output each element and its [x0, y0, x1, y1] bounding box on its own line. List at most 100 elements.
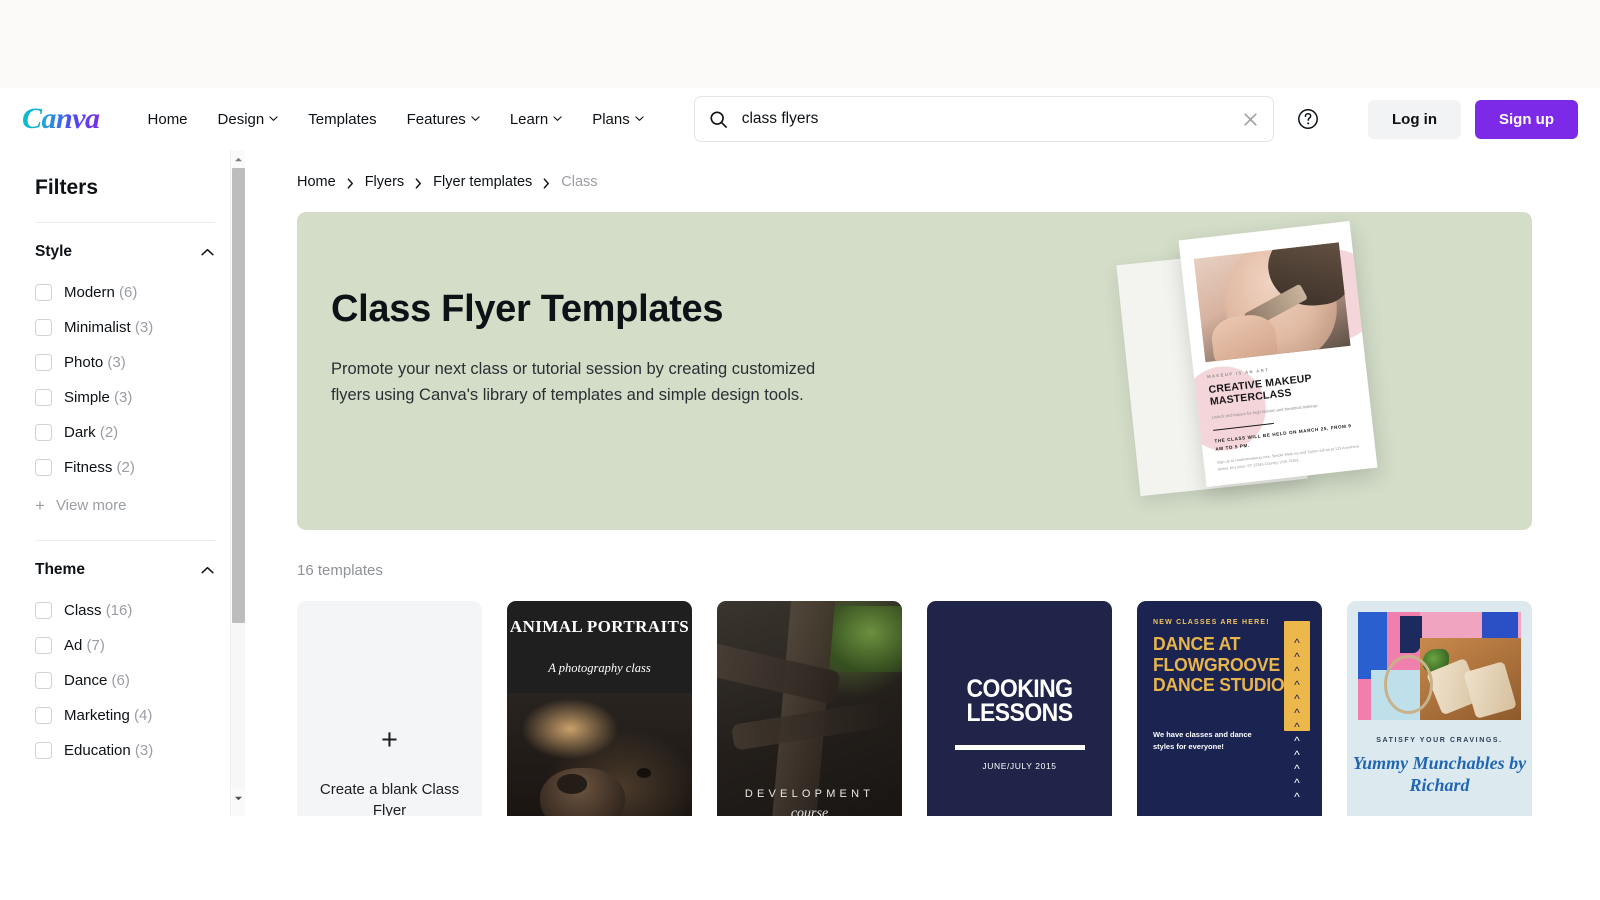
signup-button[interactable]: Sign up — [1475, 99, 1578, 139]
template-card-yummy-munchables[interactable]: SATISFY YOUR CRAVINGS. Yummy Munchables … — [1347, 601, 1532, 816]
breadcrumb-item-current: Class — [561, 174, 598, 190]
breadcrumb-item-home[interactable]: Home — [297, 174, 336, 190]
filter-option-marketing[interactable]: Marketing (4) — [35, 698, 215, 733]
chevron-down-icon — [471, 114, 480, 123]
template-card-dance-studio[interactable]: NEW CLASSES ARE HERE! DANCE AT FLOWGROOV… — [1137, 601, 1322, 816]
checkbox[interactable] — [35, 319, 52, 336]
nav-label: Design — [217, 110, 265, 128]
checkbox[interactable] — [35, 637, 52, 654]
breadcrumb-item-flyers[interactable]: Flyers — [365, 174, 404, 190]
breadcrumb-item-flyer-templates[interactable]: Flyer templates — [433, 174, 532, 190]
checkbox[interactable] — [35, 354, 52, 371]
nav-item-templates[interactable]: Templates — [294, 103, 390, 136]
checkbox[interactable] — [35, 284, 52, 301]
scrollbar-thumb[interactable] — [232, 168, 245, 623]
breadcrumb: Home Flyers Flyer templates Class — [297, 174, 1532, 190]
chevron-right-icon — [543, 177, 550, 189]
filter-option-label: Ad (7) — [64, 637, 105, 654]
chevron-down-icon — [635, 114, 644, 123]
browser-chrome-area — [0, 0, 1600, 88]
filter-option-minimalist[interactable]: Minimalist (3) — [35, 310, 215, 345]
filter-option-count: (3) — [134, 319, 154, 336]
photo-detail — [540, 767, 626, 816]
card-subtitle: course — [790, 806, 829, 816]
nav-item-home[interactable]: Home — [134, 103, 202, 136]
filter-option-count: (6) — [119, 284, 138, 301]
filter-option-education[interactable]: Education (3) — [35, 733, 215, 768]
filter-option-dance[interactable]: Dance (6) — [35, 663, 215, 698]
filter-option-label: Photo (3) — [64, 354, 126, 371]
checkbox[interactable] — [35, 602, 52, 619]
template-card-create-blank[interactable]: + Create a blank Class Flyer — [297, 601, 482, 816]
filter-option-ad[interactable]: Ad (7) — [35, 628, 215, 663]
checkbox[interactable] — [35, 742, 52, 759]
chevron-down-icon — [553, 114, 562, 123]
card-subtitle: We have classes and dance styles for eve… — [1153, 730, 1252, 751]
filter-option-class[interactable]: Class (16) — [35, 593, 215, 628]
search-box[interactable] — [693, 96, 1274, 142]
template-card-development-course[interactable]: DEVELOPMENT course FOR ALL AGES — [717, 601, 902, 816]
photo-detail — [768, 601, 836, 816]
view-more-style-button[interactable]: + View more — [35, 485, 215, 532]
filter-group-style-header[interactable]: Style — [35, 243, 215, 261]
checkbox[interactable] — [35, 389, 52, 406]
filter-option-label: Minimalist (3) — [64, 319, 154, 336]
chevron-up-icon[interactable] — [200, 245, 215, 260]
filter-option-fitness[interactable]: Fitness (2) — [35, 450, 215, 485]
nav-item-plans[interactable]: Plans — [578, 103, 658, 136]
nav-label: Plans — [592, 110, 630, 128]
card-eyebrow: NEW CLASSES ARE HERE! — [1153, 619, 1270, 626]
chevron-right-icon — [347, 177, 354, 189]
filter-group-theme: Theme Class (16) Ad (7) Dance (6) Market… — [35, 541, 215, 776]
card-subtitle: JUNE/JULY 2015 — [982, 761, 1057, 771]
filter-group-theme-header[interactable]: Theme — [35, 561, 215, 579]
main-content: Home Flyers Flyer templates Class Class … — [245, 150, 1600, 816]
filter-option-label: Simple (3) — [64, 389, 133, 406]
page-body: Filters Style Modern (6) Minimalist (3) … — [0, 150, 1600, 816]
template-card-cooking-lessons[interactable]: COOKING LESSONS JUNE/JULY 2015 Mick's Co… — [927, 601, 1112, 816]
checkbox[interactable] — [35, 672, 52, 689]
nav-item-design[interactable]: Design — [204, 103, 293, 136]
site-header: Canva Home Design Templates Features Lea… — [0, 88, 1600, 150]
nav-label: Home — [147, 110, 188, 128]
photo-detail — [1400, 616, 1422, 654]
filter-option-simple[interactable]: Simple (3) — [35, 380, 215, 415]
photo-hand — [1209, 312, 1279, 363]
checkbox[interactable] — [35, 459, 52, 476]
scroll-down-arrow-icon[interactable] — [231, 791, 245, 806]
checkbox[interactable] — [35, 707, 52, 724]
page-subtitle: Promote your next class or tutorial sess… — [331, 360, 816, 404]
search-icon — [709, 110, 728, 129]
scrollbar-track[interactable] — [231, 623, 245, 788]
filter-option-modern[interactable]: Modern (6) — [35, 275, 215, 310]
question-circle-icon[interactable] — [1296, 107, 1320, 131]
filter-option-label: Education (3) — [64, 742, 154, 759]
filter-option-label: Class (16) — [64, 602, 133, 619]
close-icon[interactable] — [1242, 111, 1259, 128]
main-nav: Home Design Templates Features Learn Pla… — [134, 103, 658, 136]
filter-option-count: (2) — [99, 424, 119, 441]
photo-detail — [1358, 612, 1388, 679]
create-blank-label: Create a blank Class Flyer — [319, 780, 460, 817]
filter-option-label: Fitness (2) — [64, 459, 135, 476]
filter-option-photo[interactable]: Photo (3) — [35, 345, 215, 380]
canva-logo[interactable]: Canva — [22, 102, 100, 136]
checkbox[interactable] — [35, 424, 52, 441]
filter-option-label: Marketing (4) — [64, 707, 153, 724]
nav-item-features[interactable]: Features — [393, 103, 494, 136]
filter-option-dark[interactable]: Dark (2) — [35, 415, 215, 450]
template-card-animal-portraits[interactable]: ANIMAL PORTRAITS A photography class — [507, 601, 692, 816]
flyer-mockup-illustration: MAKEUP IS AN ART CREATIVE MAKEUP MASTERC… — [1116, 221, 1422, 522]
sidebar-scrollbar[interactable] — [230, 150, 245, 816]
search-input[interactable] — [741, 110, 1242, 128]
login-button[interactable]: Log in — [1368, 99, 1461, 139]
nav-item-learn[interactable]: Learn — [496, 103, 576, 136]
card-eyebrow: SATISFY YOUR CRAVINGS. — [1376, 737, 1503, 744]
filter-option-count: (6) — [111, 672, 130, 689]
scroll-up-arrow-icon[interactable] — [231, 152, 245, 167]
filter-option-count: (3) — [114, 389, 133, 406]
chevron-up-icon[interactable] — [200, 563, 215, 578]
filter-option-count: (16) — [105, 602, 133, 619]
photo-detail — [1384, 655, 1433, 714]
card-photo — [1358, 612, 1521, 720]
